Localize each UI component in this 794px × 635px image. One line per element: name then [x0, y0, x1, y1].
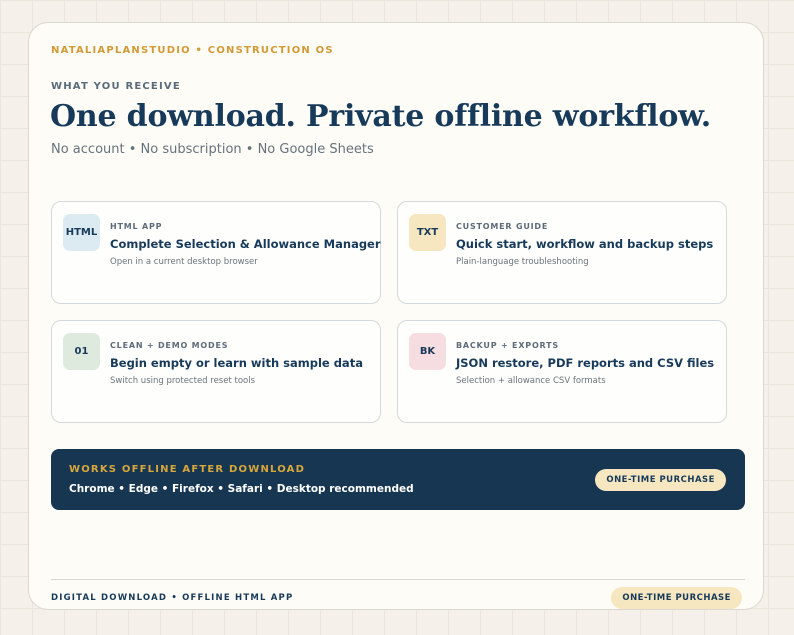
feature-title: Quick start, workflow and backup steps	[456, 237, 714, 251]
footer-divider	[51, 579, 745, 580]
feature-title: JSON restore, PDF reports and CSV files	[456, 356, 715, 370]
product-card: NATALIAPLANSTUDIO • CONSTRUCTION OS WHAT…	[28, 22, 764, 610]
feature-description: Selection + allowance CSV formats	[456, 376, 606, 386]
page-subtitle: No account • No subscription • No Google…	[51, 142, 374, 157]
feature-card-customer-guide: TXT CUSTOMER GUIDE Quick start, workflow…	[397, 201, 727, 304]
html-badge: HTML	[63, 214, 100, 251]
feature-description: Switch using protected reset tools	[110, 376, 256, 386]
section-eyebrow: WHAT YOU RECEIVE	[51, 81, 181, 92]
feature-description: Plain-language troubleshooting	[456, 257, 589, 267]
one-time-purchase-badge: ONE-TIME PURCHASE	[595, 469, 726, 491]
feature-description: Open in a current desktop browser	[110, 257, 258, 267]
backup-badge: BK	[409, 333, 446, 370]
browser-support-text: Chrome • Edge • Firefox • Safari • Deskt…	[69, 483, 414, 495]
feature-label: CUSTOMER GUIDE	[456, 222, 549, 231]
footer-purchase-badge: ONE-TIME PURCHASE	[611, 587, 742, 609]
modes-badge: 01	[63, 333, 100, 370]
feature-card-modes: 01 CLEAN + DEMO MODES Begin empty or lea…	[51, 320, 381, 423]
feature-title: Complete Selection & Allowance Manager	[110, 237, 381, 251]
feature-label: CLEAN + DEMO MODES	[110, 341, 229, 350]
feature-label: HTML APP	[110, 222, 163, 231]
txt-badge: TXT	[409, 214, 446, 251]
feature-title: Begin empty or learn with sample data	[110, 356, 363, 370]
offline-banner: WORKS OFFLINE AFTER DOWNLOAD Chrome • Ed…	[51, 449, 745, 510]
banner-label: WORKS OFFLINE AFTER DOWNLOAD	[69, 464, 306, 475]
footer-label: DIGITAL DOWNLOAD • OFFLINE HTML APP	[51, 593, 294, 603]
feature-card-backup-exports: BK BACKUP + EXPORTS JSON restore, PDF re…	[397, 320, 727, 423]
page-title: One download. Private offline workflow.	[50, 99, 711, 134]
brand-label: NATALIAPLANSTUDIO • CONSTRUCTION OS	[51, 45, 334, 56]
feature-label: BACKUP + EXPORTS	[456, 341, 559, 350]
feature-card-html-app: HTML HTML APP Complete Selection & Allow…	[51, 201, 381, 304]
